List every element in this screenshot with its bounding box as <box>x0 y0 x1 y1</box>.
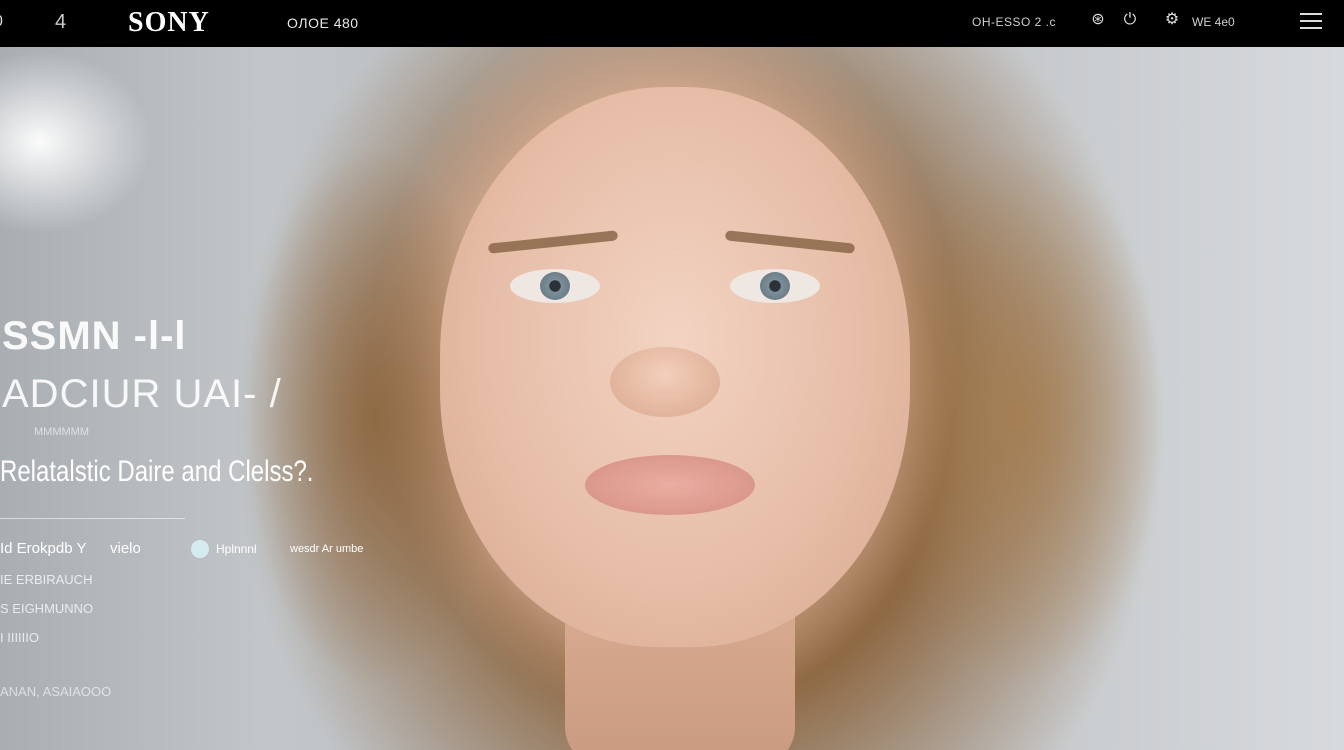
nose <box>610 347 720 417</box>
option-4-link[interactable]: wesdr Ar umbe <box>290 543 363 555</box>
nav-number-link[interactable]: 4 <box>55 11 66 34</box>
right-eye <box>730 269 820 303</box>
location-icon[interactable]: ⊛ <box>1088 10 1108 30</box>
top-navbar: 0 4 SONY OЛOE 480 OH-ESSO 2 .c ⊛ ⏻ ⚙ WE … <box>0 0 1344 47</box>
settings-icon[interactable]: ⚙ <box>1162 10 1182 30</box>
divider <box>0 518 185 519</box>
back-icon[interactable]: 0 <box>0 12 10 32</box>
hero-feature-list: IE ERBIRAUCH S EIGHMUNNO I IIIIIIO <box>0 572 93 659</box>
left-eye <box>510 269 600 303</box>
option-2-link[interactable]: vielo <box>110 540 141 557</box>
hamburger-menu-icon[interactable] <box>1300 13 1322 31</box>
hair-right <box>860 67 1260 750</box>
info-link[interactable]: OH-ESSO 2 .c <box>972 15 1056 29</box>
model-link[interactable]: OЛOE 480 <box>287 15 359 31</box>
hero-heading-line1: SSMN -l-l <box>2 314 187 358</box>
list-item: I IIIIIIO <box>0 630 40 645</box>
power-icon[interactable]: ⏻ <box>1120 10 1140 30</box>
option-3-link[interactable]: Hplnnnl <box>216 542 257 556</box>
hero-bottom-text: ANAN, ASAIAOOO <box>0 684 112 699</box>
list-item: S EIGHMUNNO <box>0 601 94 616</box>
lips <box>585 455 755 515</box>
list-item: IE ERBIRAUCH <box>0 572 93 587</box>
hero-heading-line2: ADCIUR UAI- / <box>2 372 282 416</box>
option-1-link[interactable]: Id Erokpdb Y <box>0 540 86 557</box>
sony-logo[interactable]: SONY <box>128 7 210 39</box>
hero-small-text: MMMMMM <box>34 426 89 438</box>
hint-link[interactable]: WE 4e0 <box>1192 15 1235 29</box>
color-swatch-dot[interactable] <box>191 540 209 558</box>
hero-tagline: Relatalstic Daire and Clelss?. <box>0 455 314 488</box>
